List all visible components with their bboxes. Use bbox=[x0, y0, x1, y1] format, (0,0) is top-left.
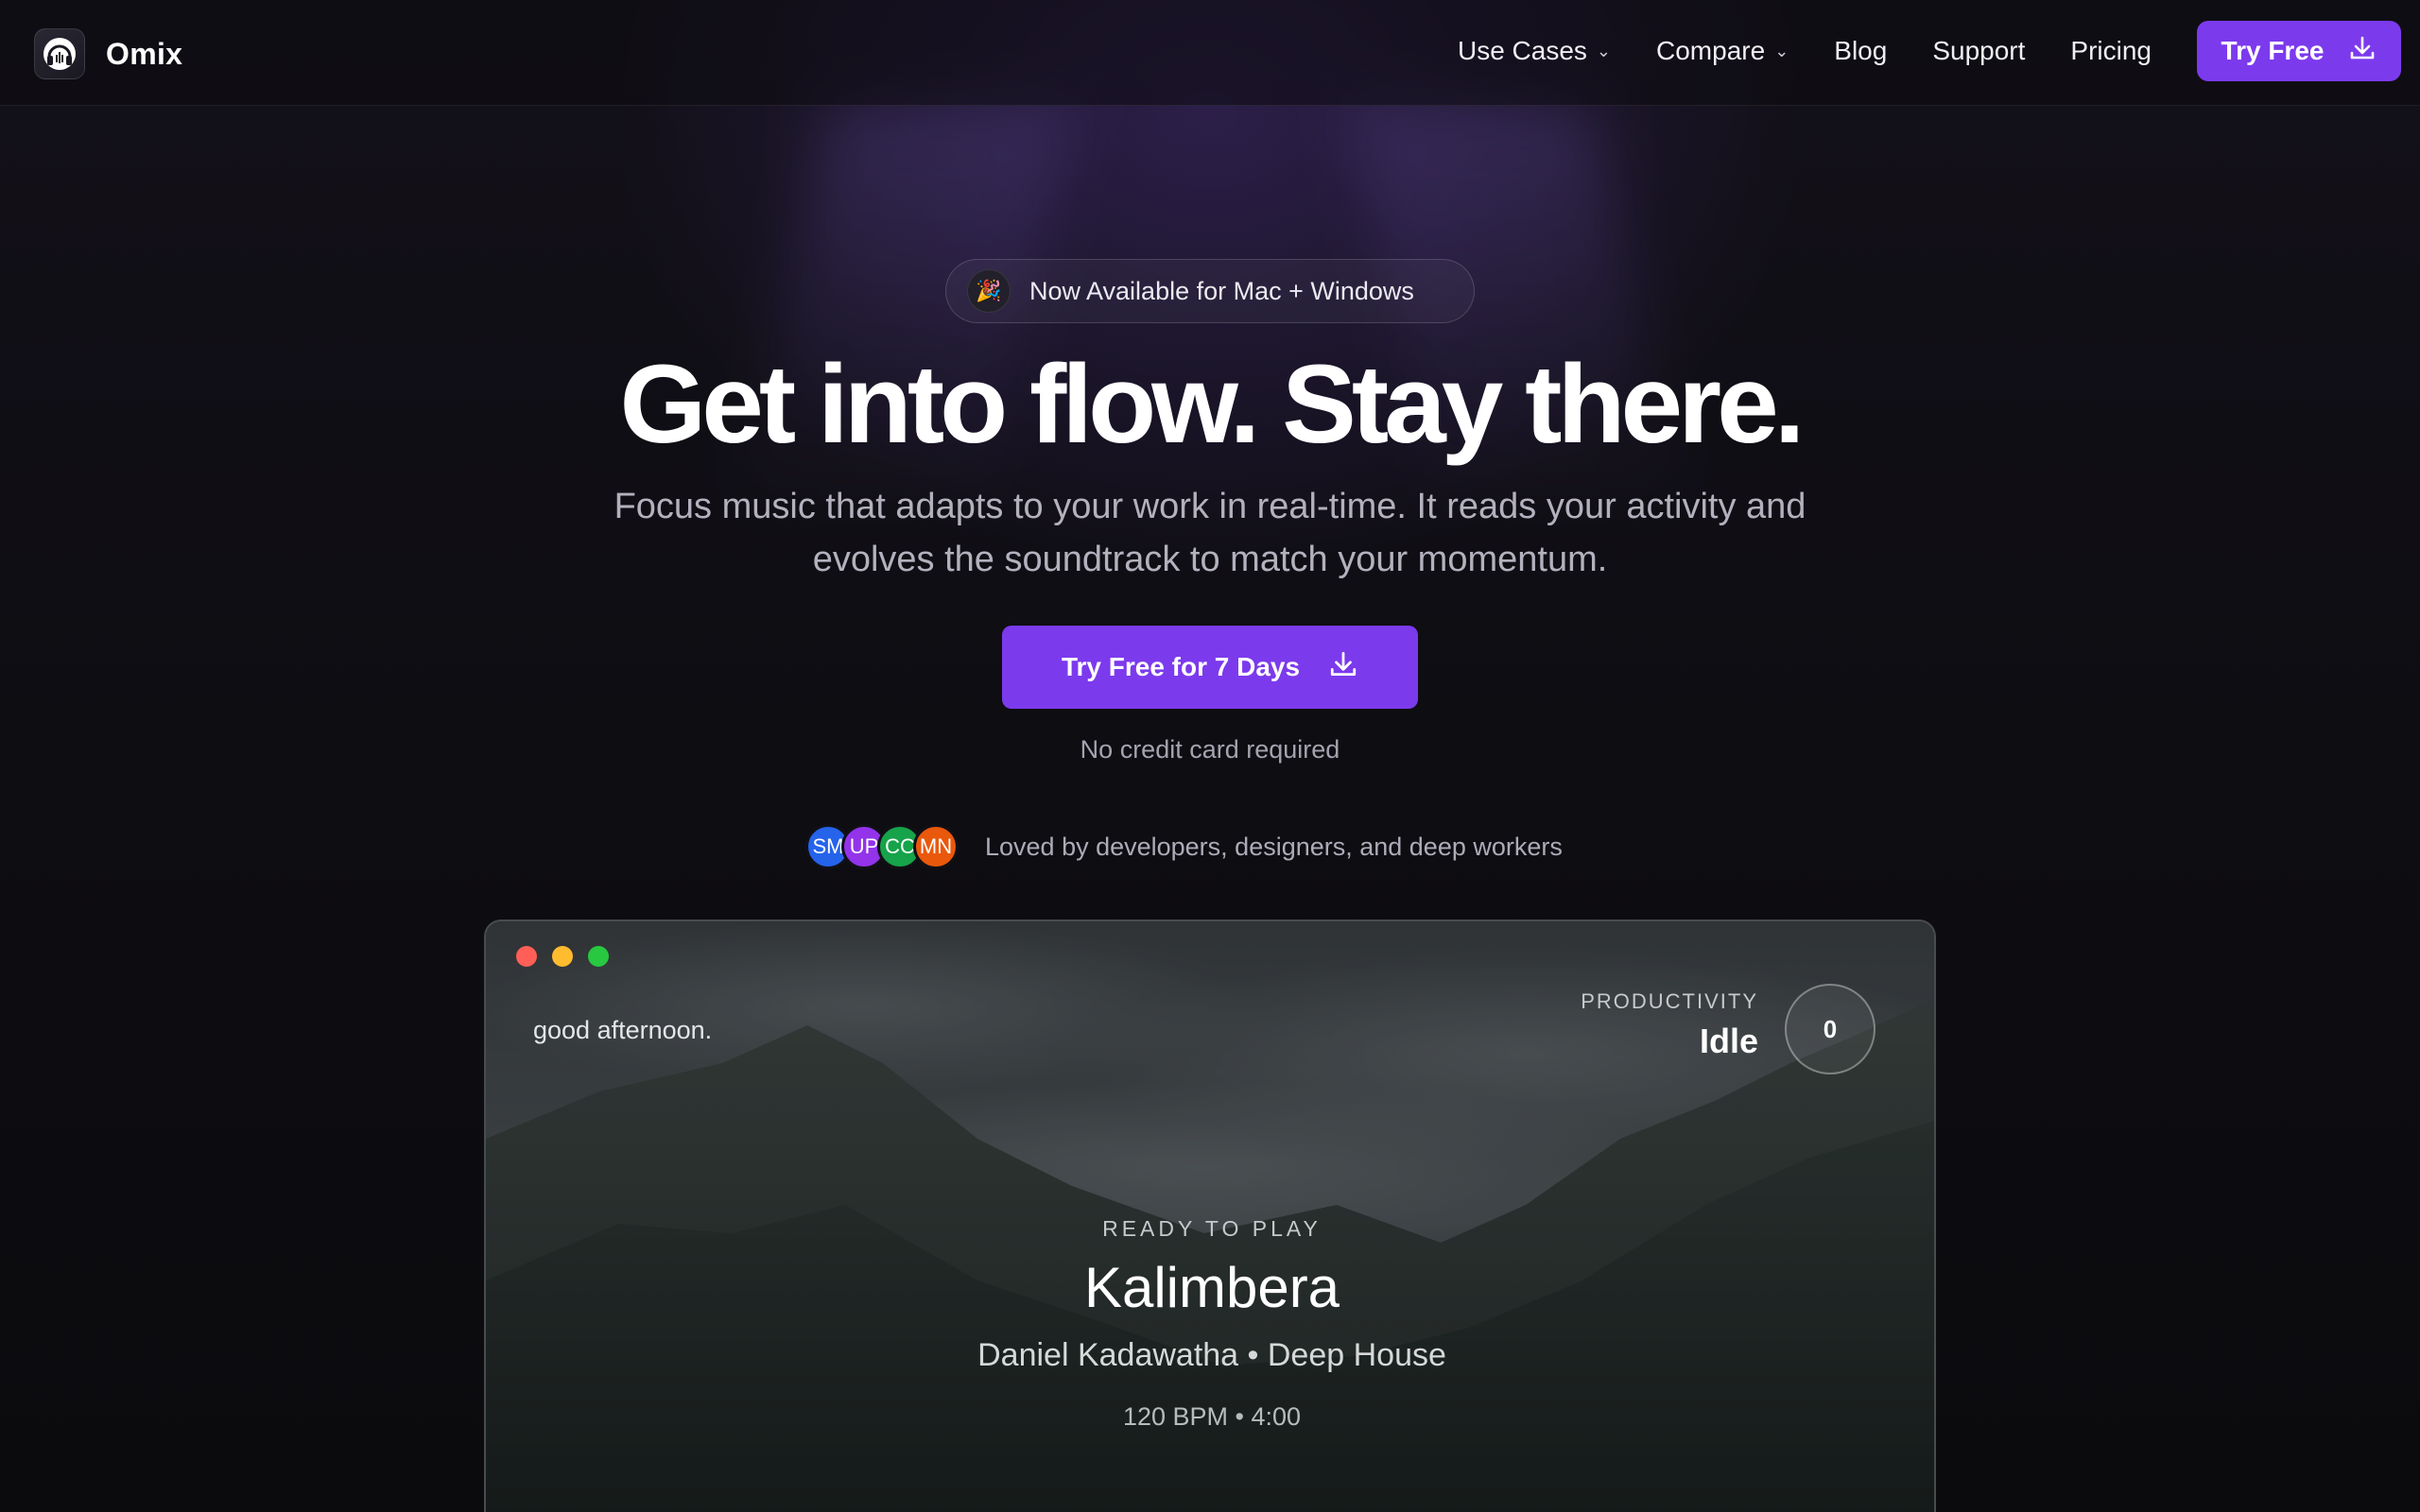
hero-cta-label: Try Free for 7 Days bbox=[1061, 652, 1301, 681]
landing-page: Omix Use Cases ⌄ Compare ⌄ Blog Support … bbox=[0, 0, 2420, 1512]
productivity-label: PRODUCTIVITY bbox=[1581, 989, 1758, 1013]
headphones-logo-icon bbox=[34, 28, 85, 79]
party-popper-icon: 🎉 bbox=[967, 269, 1011, 313]
avatar-initials: MN bbox=[919, 834, 953, 858]
hero-subheadline: Focus music that adapts to your work in … bbox=[548, 480, 1872, 586]
window-controls bbox=[516, 946, 609, 967]
nav-link-label: Use Cases bbox=[1457, 36, 1587, 65]
productivity-score-badge: 0 bbox=[1785, 984, 1876, 1074]
download-icon bbox=[2348, 34, 2377, 69]
badge-text: Now Available for Mac + Windows bbox=[1029, 276, 1414, 305]
productivity-value: Idle bbox=[1699, 1022, 1758, 1060]
subheadline-line-2: evolves the soundtrack to match your mom… bbox=[812, 540, 1608, 579]
track-artist-genre: Daniel Kadawatha • Deep House bbox=[977, 1337, 1446, 1373]
nav-link-label: Pricing bbox=[2070, 36, 2152, 65]
no-credit-card-note: No credit card required bbox=[1080, 735, 1340, 764]
nav-link-support[interactable]: Support bbox=[1932, 36, 2025, 66]
social-proof: SM UP CC MN Loved by developers, designe… bbox=[805, 824, 1563, 869]
nav-link-label: Blog bbox=[1834, 36, 1888, 65]
greeting-text: good afternoon. bbox=[533, 1016, 713, 1044]
social-proof-text: Loved by developers, designers, and deep… bbox=[985, 832, 1563, 861]
nav-link-label: Compare bbox=[1656, 36, 1766, 65]
try-free-7-days-button[interactable]: Try Free for 7 Days bbox=[1002, 626, 1418, 709]
brand-name: Omix bbox=[106, 36, 183, 71]
player-status: READY TO PLAY bbox=[1102, 1216, 1322, 1241]
avatar-initials: CC bbox=[885, 834, 915, 858]
subheadline-line-1: Focus music that adapts to your work in … bbox=[614, 487, 1806, 526]
download-icon bbox=[1328, 649, 1358, 686]
try-free-label: Try Free bbox=[2221, 36, 2325, 65]
nav-link-use-cases[interactable]: Use Cases ⌄ bbox=[1458, 36, 1611, 66]
nav-links: Use Cases ⌄ Compare ⌄ Blog Support Prici… bbox=[1458, 21, 2401, 81]
maximize-window-button[interactable] bbox=[588, 946, 609, 967]
chevron-down-icon: ⌄ bbox=[1774, 41, 1789, 60]
avatar-initials: UP bbox=[849, 834, 879, 858]
avatar-initials: SM bbox=[812, 834, 844, 858]
nav-link-label: Support bbox=[1932, 36, 2026, 65]
nav-link-compare[interactable]: Compare ⌄ bbox=[1656, 36, 1789, 66]
minimize-window-button[interactable] bbox=[552, 946, 573, 967]
productivity-status: PRODUCTIVITY Idle bbox=[1581, 989, 1758, 1061]
chevron-down-icon: ⌄ bbox=[1596, 41, 1612, 60]
track-title: Kalimbera bbox=[1083, 1256, 1340, 1319]
now-playing: READY TO PLAY Kalimbera Daniel Kadawatha… bbox=[486, 1216, 1934, 1432]
brand[interactable]: Omix bbox=[34, 28, 182, 79]
try-free-button[interactable]: Try Free bbox=[2197, 21, 2401, 81]
nav-link-pricing[interactable]: Pricing bbox=[2070, 36, 2152, 66]
top-navigation: Omix Use Cases ⌄ Compare ⌄ Blog Support … bbox=[0, 0, 2420, 106]
close-window-button[interactable] bbox=[516, 946, 537, 967]
app-preview-window: good afternoon. PRODUCTIVITY Idle 0 READ… bbox=[484, 919, 1936, 1512]
nav-link-blog[interactable]: Blog bbox=[1834, 36, 1887, 66]
avatar-group: SM UP CC MN bbox=[805, 824, 959, 869]
track-meta: 120 BPM • 4:00 bbox=[1122, 1402, 1302, 1431]
avatar: MN bbox=[913, 824, 959, 869]
availability-badge[interactable]: 🎉 Now Available for Mac + Windows bbox=[945, 259, 1475, 323]
hero-headline: Get into flow. Stay there. bbox=[619, 342, 1805, 467]
